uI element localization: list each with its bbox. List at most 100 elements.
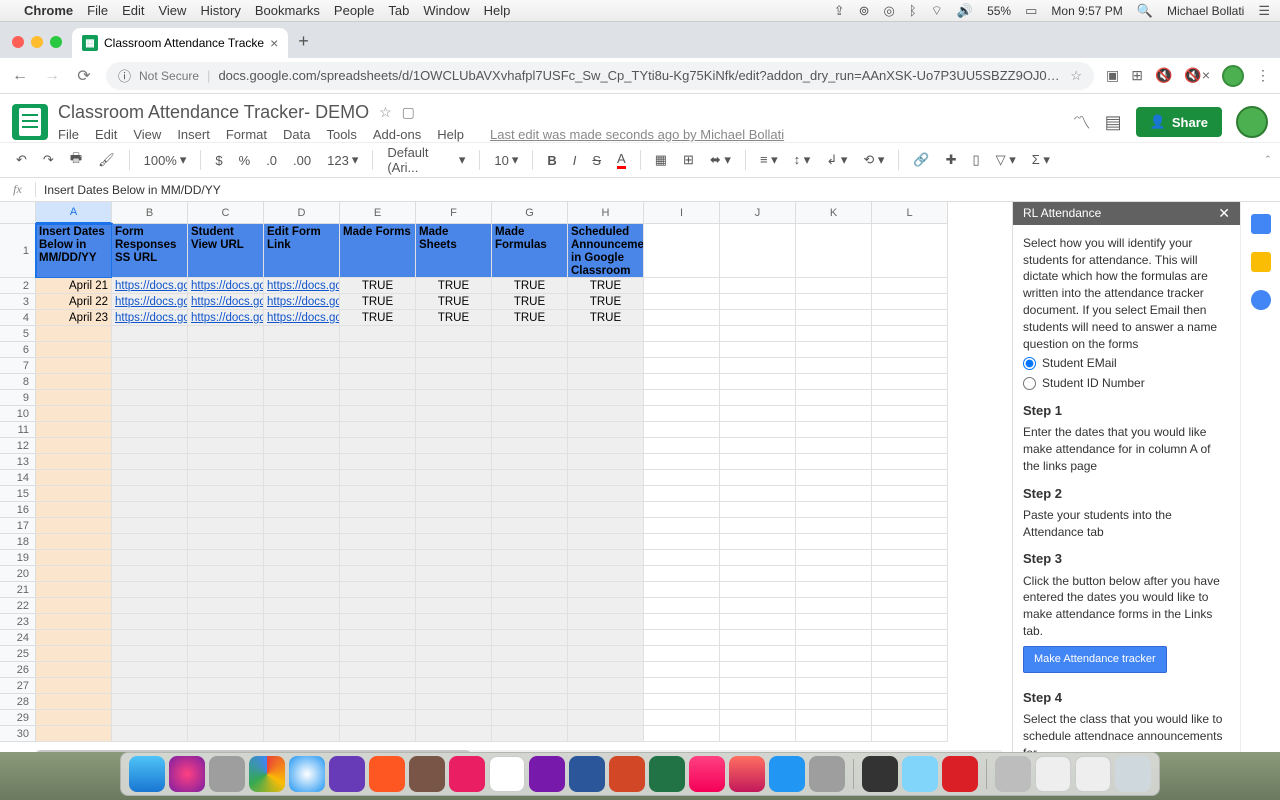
cell[interactable] xyxy=(188,358,264,374)
dec-decrease[interactable]: .0 xyxy=(260,149,283,172)
cell[interactable] xyxy=(36,614,112,630)
spotlight-icon[interactable]: 🔍 xyxy=(1137,3,1153,19)
cell[interactable] xyxy=(340,518,416,534)
cell[interactable]: TRUE xyxy=(568,310,644,326)
cell[interactable] xyxy=(492,662,568,678)
cell[interactable] xyxy=(872,646,948,662)
cell[interactable] xyxy=(644,438,720,454)
cell[interactable] xyxy=(36,326,112,342)
appstore-icon[interactable] xyxy=(769,756,805,792)
cell[interactable] xyxy=(36,662,112,678)
cell[interactable] xyxy=(796,454,872,470)
formula-input[interactable]: Insert Dates Below in MM/DD/YY xyxy=(36,183,229,197)
cell[interactable] xyxy=(188,582,264,598)
cell[interactable] xyxy=(112,726,188,742)
more-formats[interactable]: 123▾ xyxy=(321,148,364,172)
cell[interactable] xyxy=(492,678,568,694)
cell[interactable] xyxy=(36,566,112,582)
cell[interactable] xyxy=(720,662,796,678)
cell[interactable] xyxy=(568,454,644,470)
cell[interactable] xyxy=(36,406,112,422)
cell[interactable] xyxy=(644,630,720,646)
menu-view[interactable]: View xyxy=(133,127,161,142)
menu-window[interactable]: Window xyxy=(423,3,469,18)
app-icon[interactable] xyxy=(409,756,445,792)
cell[interactable] xyxy=(340,614,416,630)
cell[interactable] xyxy=(264,374,340,390)
close-window[interactable] xyxy=(12,36,24,48)
new-tab-button[interactable]: + xyxy=(288,31,319,58)
menu-tools[interactable]: Tools xyxy=(326,127,356,142)
fill-color[interactable]: ▦ xyxy=(649,148,673,172)
cell[interactable] xyxy=(112,550,188,566)
cell[interactable] xyxy=(796,598,872,614)
cell[interactable] xyxy=(872,726,948,742)
control-center-icon[interactable]: ☰ xyxy=(1258,3,1270,19)
cell[interactable] xyxy=(568,662,644,678)
print-button[interactable]: 🖶 xyxy=(64,145,88,175)
cell[interactable] xyxy=(568,470,644,486)
cell[interactable] xyxy=(112,406,188,422)
cell[interactable] xyxy=(720,358,796,374)
cell[interactable] xyxy=(36,454,112,470)
news-icon[interactable] xyxy=(689,756,725,792)
collapse-toolbar[interactable]: ˆ xyxy=(1266,153,1270,168)
cell[interactable] xyxy=(340,726,416,742)
col-header[interactable]: C xyxy=(188,202,264,224)
cell[interactable] xyxy=(264,390,340,406)
cell[interactable] xyxy=(796,502,872,518)
filter-button[interactable]: ▽ ▾ xyxy=(990,148,1022,172)
cell[interactable] xyxy=(872,294,948,310)
cell[interactable] xyxy=(796,630,872,646)
cell[interactable] xyxy=(568,374,644,390)
menu-insert[interactable]: Insert xyxy=(177,127,210,142)
cell[interactable] xyxy=(36,390,112,406)
cell[interactable] xyxy=(188,502,264,518)
col-header[interactable]: J xyxy=(720,202,796,224)
close-sidebar-icon[interactable]: ✕ xyxy=(1218,205,1230,222)
file-icon[interactable] xyxy=(1075,756,1111,792)
cell[interactable] xyxy=(796,614,872,630)
header-cell[interactable] xyxy=(644,224,720,278)
cell[interactable]: TRUE xyxy=(568,294,644,310)
header-cell[interactable]: Made Forms xyxy=(340,224,416,278)
calendar-icon[interactable] xyxy=(1251,214,1271,234)
cell[interactable] xyxy=(340,470,416,486)
cell[interactable] xyxy=(112,518,188,534)
cell[interactable]: https://docs.gooc xyxy=(188,310,264,326)
maximize-window[interactable] xyxy=(50,36,62,48)
cell[interactable] xyxy=(796,390,872,406)
paint-format-button[interactable]: 🖌 xyxy=(92,148,121,172)
cell[interactable] xyxy=(568,406,644,422)
cell[interactable] xyxy=(568,726,644,742)
cell[interactable]: TRUE xyxy=(568,278,644,294)
cell[interactable] xyxy=(36,598,112,614)
cell[interactable] xyxy=(188,598,264,614)
cell[interactable] xyxy=(872,614,948,630)
cell[interactable]: https://docs.gooc xyxy=(188,278,264,294)
cell[interactable] xyxy=(188,726,264,742)
user-menu[interactable]: Michael Bollati xyxy=(1167,4,1244,18)
cell[interactable] xyxy=(796,646,872,662)
cell[interactable] xyxy=(644,518,720,534)
cell[interactable] xyxy=(112,630,188,646)
cell[interactable] xyxy=(340,326,416,342)
cell[interactable] xyxy=(644,598,720,614)
cell[interactable] xyxy=(340,550,416,566)
cell[interactable] xyxy=(492,374,568,390)
cell[interactable] xyxy=(264,470,340,486)
cell[interactable] xyxy=(36,550,112,566)
cell[interactable] xyxy=(36,726,112,742)
cell[interactable] xyxy=(264,662,340,678)
cell[interactable] xyxy=(112,694,188,710)
radio-email[interactable]: Student EMail xyxy=(1023,355,1230,372)
cell[interactable] xyxy=(188,470,264,486)
cell[interactable] xyxy=(872,630,948,646)
cell[interactable] xyxy=(188,678,264,694)
cell[interactable] xyxy=(188,694,264,710)
cell[interactable] xyxy=(416,598,492,614)
cell[interactable] xyxy=(112,342,188,358)
col-header[interactable]: B xyxy=(112,202,188,224)
cell[interactable] xyxy=(720,534,796,550)
cell[interactable] xyxy=(188,342,264,358)
